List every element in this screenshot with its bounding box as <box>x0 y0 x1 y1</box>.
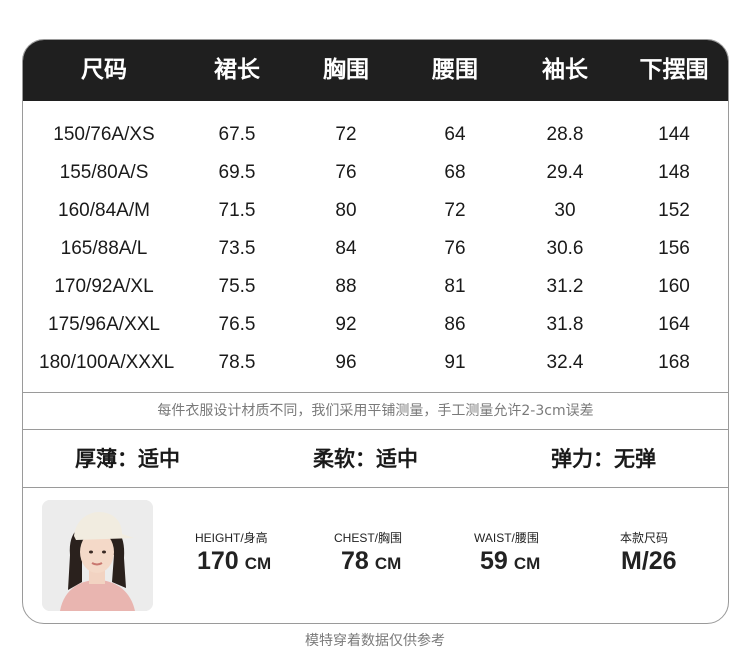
table-cell: 175/96A/XXL <box>48 314 160 335</box>
height-label: HEIGHT/身高 <box>195 531 268 545</box>
property-elasticity: 弹力：无弹 <box>551 431 656 487</box>
height-value: 170 <box>197 547 239 575</box>
header-bust: 胸围 <box>323 57 369 83</box>
table-cell: 156 <box>658 238 690 259</box>
measurement-note: 每件衣服设计材质不同，我们采用平铺测量，手工测量允许2-3cm误差 <box>157 403 594 419</box>
table-cell: 155/80A/S <box>59 162 149 183</box>
table-cell: 170/92A/XL <box>54 276 154 297</box>
property-value: 适中 <box>138 447 180 471</box>
height-value-group: 170 CM <box>197 547 271 576</box>
footer-note: 模特穿着数据仅供参考 <box>305 633 445 649</box>
property-label: 弹力 <box>551 447 593 471</box>
table-row: 170/92A/XL 75.5 88 81 31.2 160 <box>23 268 728 306</box>
table-row: 155/80A/S 69.5 76 68 29.4 148 <box>23 154 728 192</box>
chest-value-group: 78 CM <box>341 547 401 576</box>
chest-unit: CM <box>374 554 402 573</box>
table-row: 165/88A/L 73.5 84 76 30.6 156 <box>23 230 728 268</box>
property-thickness: 厚薄：适中 <box>75 431 180 487</box>
property-value: 无弹 <box>614 447 656 471</box>
table-cell: 150/76A/XS <box>53 124 155 145</box>
table-cell: 160/84A/M <box>58 200 150 221</box>
table-row: 150/76A/XS 67.5 72 64 28.8 144 <box>23 116 728 154</box>
size-chart-card: 尺码 裙长 胸围 腰围 袖长 下摆围 150/76A/XS 67.5 72 64 28.… <box>22 39 729 624</box>
divider <box>23 429 728 430</box>
size-label: 本款尺码 <box>620 531 669 545</box>
table-row: 175/96A/XXL 76.5 92 86 31.8 164 <box>23 306 728 344</box>
table-cell: 144 <box>658 124 690 145</box>
property-label: 厚薄 <box>75 447 117 471</box>
table-row: 160/84A/M 71.5 80 72 30 152 <box>23 192 728 230</box>
property-softness: 柔软：适中 <box>313 431 418 487</box>
table-cell: 164 <box>658 314 690 335</box>
waist-unit: CM <box>513 554 541 573</box>
header-dress-length: 裙长 <box>214 57 260 83</box>
waist-value-group: 59 CM <box>480 547 540 576</box>
table-cell: 168 <box>658 352 690 373</box>
height-unit: CM <box>244 554 272 573</box>
table-cell: 165/88A/L <box>60 238 148 259</box>
table-header: 尺码 裙长 胸围 腰围 袖长 下摆围 <box>23 40 728 101</box>
table-cell: 152 <box>658 200 690 221</box>
table-cell: 160 <box>658 276 690 297</box>
size-value: M/26 <box>621 547 677 575</box>
divider <box>23 487 728 488</box>
property-value: 适中 <box>376 447 418 471</box>
header-sleeve: 袖长 <box>542 57 588 83</box>
property-colon: ： <box>117 447 138 471</box>
chest-label: CHEST/胸围 <box>334 531 403 545</box>
chest-value: 78 <box>341 547 369 575</box>
model-image <box>42 500 153 611</box>
table-row: 180/100A/XXXL 78.5 96 91 32.4 168 <box>23 344 728 382</box>
table-cell: 180/100A/XXXL <box>39 352 175 373</box>
header-waist: 腰围 <box>432 57 478 83</box>
waist-value: 59 <box>480 547 508 575</box>
property-colon: ： <box>355 447 376 471</box>
table-cell: 148 <box>658 162 690 183</box>
property-label: 柔软 <box>313 447 355 471</box>
header-size: 尺码 <box>81 57 127 83</box>
header-hem: 下摆围 <box>639 57 709 83</box>
property-colon: ： <box>593 447 614 471</box>
model-photo <box>42 500 153 611</box>
waist-label: WAIST/腰围 <box>474 531 539 545</box>
